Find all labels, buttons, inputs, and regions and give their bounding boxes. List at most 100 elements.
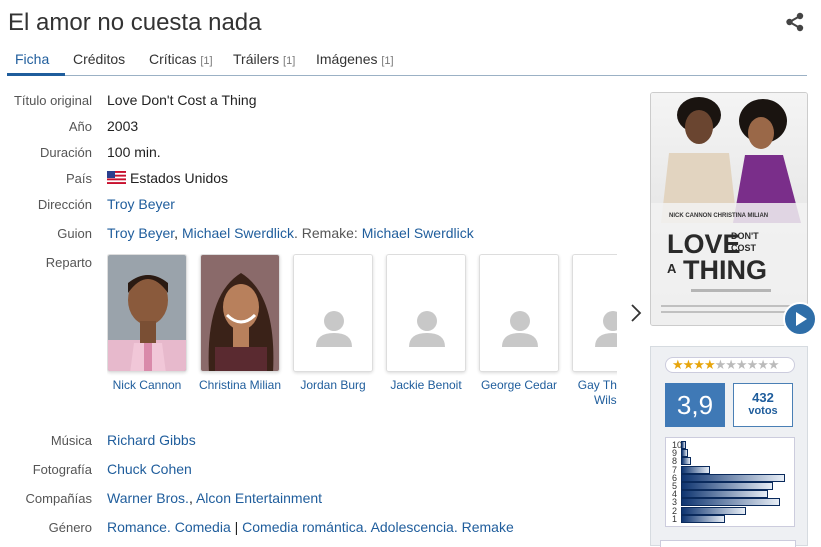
tab-label: Créditos — [73, 51, 126, 67]
histogram-bar — [681, 498, 781, 507]
average-score: 3,9 — [665, 383, 725, 427]
histogram-bar — [681, 457, 691, 466]
script-value: Troy Beyer, Michael Swerdlick. Remake: M… — [107, 225, 474, 241]
companies-label: Compañías — [25, 491, 92, 506]
play-trailer-icon[interactable] — [783, 302, 817, 336]
histogram-bar — [681, 449, 689, 458]
genre-link[interactable]: Comedia romántica — [242, 519, 363, 535]
cast-carousel: Nick Cannon Christina Milian Jordan Burg… — [107, 254, 617, 414]
tab-imagenes[interactable]: Imágenes [1] — [316, 51, 394, 67]
movie-poster[interactable]: NICK CANNON CHRISTINA MILIAN LOVE DON'T … — [650, 92, 808, 326]
script-label: Guion — [57, 226, 92, 241]
poster-title-dont: DON'T — [731, 231, 759, 241]
director-link[interactable]: Troy Beyer — [107, 196, 175, 212]
separator: | — [230, 519, 243, 535]
duration-label: Duración — [39, 145, 92, 160]
tab-label: Imágenes — [316, 51, 378, 67]
separator: , — [188, 490, 196, 506]
original-title-label: Título original — [13, 93, 92, 108]
tab-criticas[interactable]: Críticas [1] — [149, 51, 213, 67]
music-link[interactable]: Richard Gibbs — [107, 432, 196, 448]
separator: . — [166, 519, 175, 535]
duration-value: 100 min. — [107, 144, 161, 160]
person-placeholder-icon — [573, 255, 617, 371]
us-flag-icon — [107, 171, 126, 184]
tab-creditos[interactable]: Créditos — [73, 51, 125, 67]
poster-image: NICK CANNON CHRISTINA MILIAN LOVE DON'T … — [651, 93, 807, 325]
music-value: Richard Gibbs — [107, 432, 196, 448]
country-label: País — [65, 171, 92, 186]
tab-count: [1] — [283, 55, 296, 67]
director-value: Troy Beyer — [107, 196, 175, 212]
poster-cast-names: NICK CANNON CHRISTINA MILIAN — [669, 213, 768, 219]
company-link[interactable]: Warner Bros. — [107, 490, 189, 506]
tab-bar: Ficha Créditos Críticas [1] Tráilers [1]… — [7, 44, 807, 76]
photography-link[interactable]: Chuck Cohen — [107, 461, 192, 477]
page-title: El amor no cuesta nada — [8, 9, 262, 36]
histogram-bar — [681, 441, 686, 449]
vote-count: 432 — [752, 390, 774, 405]
person-placeholder-icon — [294, 255, 372, 371]
genre-label: Género — [48, 520, 92, 535]
histogram-bar — [681, 465, 711, 474]
poster-title-thing: THING — [683, 255, 767, 285]
cast-photo[interactable] — [200, 254, 280, 372]
poster-title-cost: COST — [731, 243, 757, 253]
histogram-bar — [681, 506, 747, 515]
cast-name-link[interactable]: Gay Thomas Wilson — [562, 378, 617, 408]
person-placeholder-icon — [387, 255, 465, 371]
photography-label: Fotografía — [32, 462, 92, 477]
remake-prefix: . Remake: — [294, 225, 362, 241]
remake-link[interactable]: Michael Swerdlick — [362, 225, 474, 241]
person-photo — [201, 255, 279, 371]
separator: . — [453, 519, 462, 535]
histogram-bar — [681, 514, 725, 523]
companies-value: Warner Bros., Alcon Entertainment — [107, 490, 322, 506]
tab-count: [1] — [381, 55, 394, 67]
genre-link[interactable]: Adolescencia — [371, 519, 454, 535]
genre-link[interactable]: Remake — [462, 519, 514, 535]
cast-name-link[interactable]: Jackie Benoit — [376, 378, 476, 393]
separator: , — [174, 225, 182, 241]
person-photo — [108, 255, 186, 371]
cast-name-link[interactable]: Christina Milian — [190, 378, 290, 393]
histogram-bar — [681, 482, 773, 490]
music-label: Música — [50, 433, 92, 448]
genre-link[interactable]: Comedia — [175, 519, 231, 535]
tab-label: Ficha — [15, 51, 50, 67]
chevron-right-icon[interactable] — [630, 303, 642, 323]
country-value: Estados Unidos — [107, 170, 228, 186]
active-tab-indicator — [7, 73, 65, 76]
tab-ficha[interactable]: Ficha — [15, 51, 49, 67]
tab-label: Críticas — [149, 51, 197, 67]
script-link-1[interactable]: Troy Beyer — [107, 225, 174, 241]
poster-title-a: A — [667, 261, 677, 276]
histogram-bar — [681, 490, 769, 499]
company-link[interactable]: Alcon Entertainment — [196, 490, 322, 506]
script-link-2[interactable]: Michael Swerdlick — [182, 225, 294, 241]
star-rating: ★★★★★★★★★★ — [665, 357, 795, 373]
cast-name-link[interactable]: George Cedar — [469, 378, 569, 393]
year-label: Año — [68, 119, 92, 134]
cast-photo-placeholder[interactable] — [479, 254, 559, 372]
cast-photo[interactable] — [107, 254, 187, 372]
rating-histogram: 10 9 8 7 6 5 4 3 2 1 — [665, 437, 795, 527]
genre-link[interactable]: Romance — [107, 519, 167, 535]
genre-value: Romance. Comedia | Comedia romántica. Ad… — [107, 519, 514, 535]
country-name: Estados Unidos — [130, 170, 229, 186]
tab-label: Tráilers — [233, 51, 280, 67]
cast-photo-placeholder[interactable] — [572, 254, 617, 372]
separator: . — [363, 519, 371, 535]
year-value: 2003 — [107, 118, 139, 134]
cast-name-link[interactable]: Nick Cannon — [107, 378, 197, 393]
cast-name-link[interactable]: Jordan Burg — [283, 378, 383, 393]
cast-photo-placeholder[interactable] — [386, 254, 466, 372]
tab-trailers[interactable]: Tráilers [1] — [233, 51, 295, 67]
cast-photo-placeholder[interactable] — [293, 254, 373, 372]
photography-value: Chuck Cohen — [107, 461, 192, 477]
histogram-label: 1 — [672, 513, 678, 524]
rating-panel: ★★★★★★★★★★ 3,9 432 votos 10 9 8 7 6 5 4 3 2 1 — [650, 346, 808, 546]
vote-count-button[interactable]: 432 votos — [733, 383, 793, 427]
tab-count: [1] — [200, 55, 213, 67]
share-icon[interactable] — [785, 12, 805, 32]
